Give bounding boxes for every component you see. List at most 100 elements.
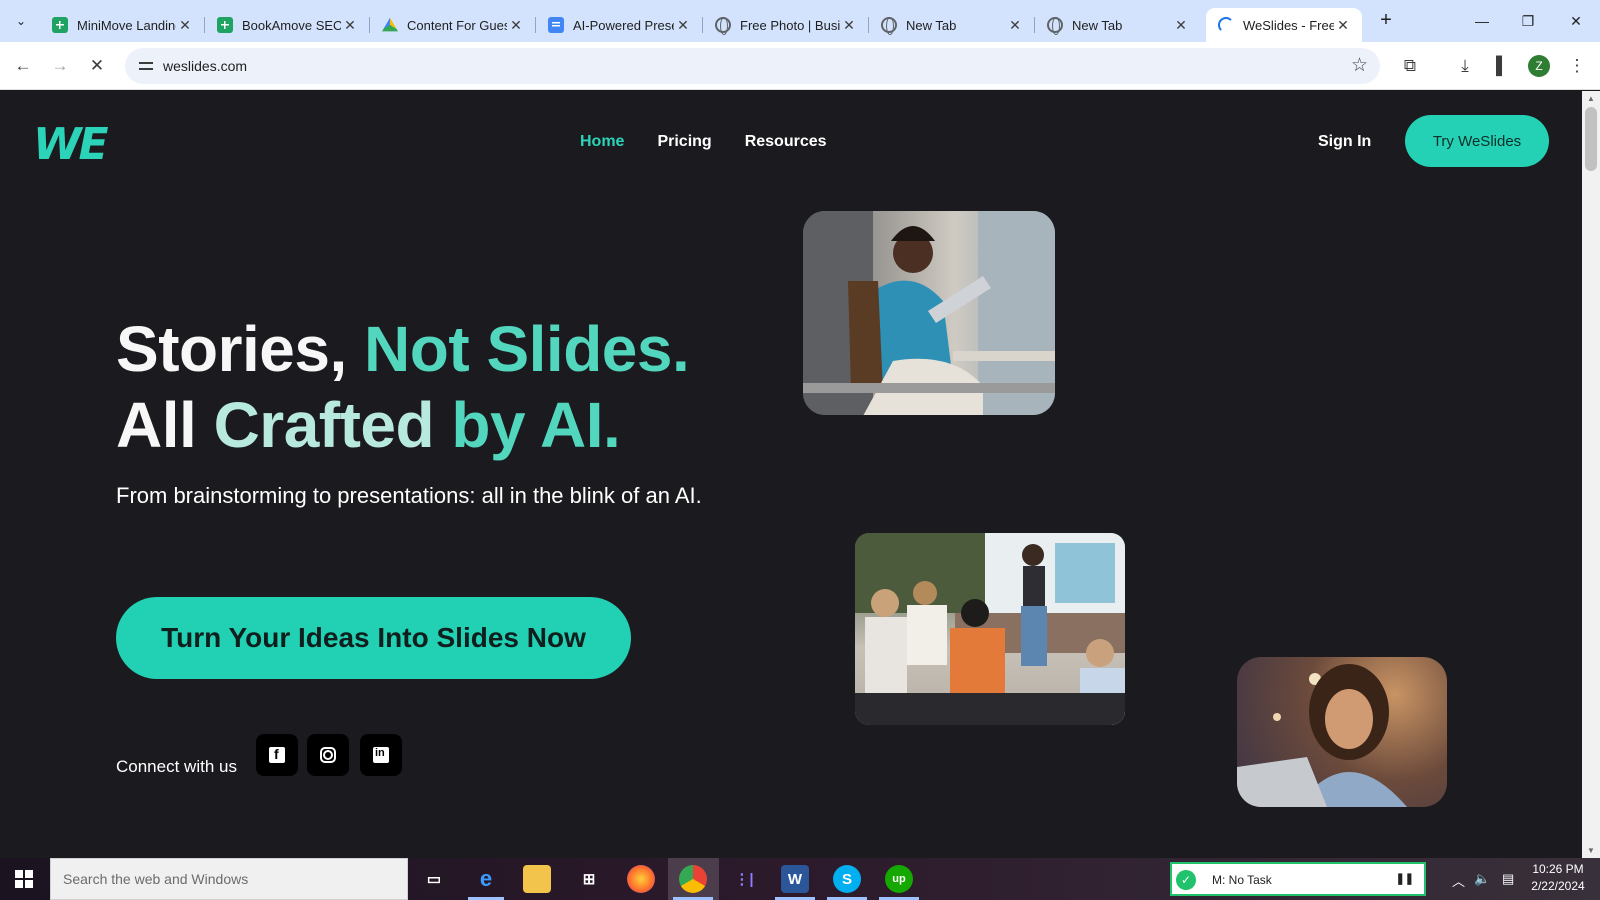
close-icon[interactable]: ✕	[1006, 17, 1024, 34]
close-icon[interactable]: ✕	[840, 17, 858, 34]
menu-kebab-icon[interactable]: ⋮	[1565, 54, 1589, 78]
profile-avatar[interactable]: Z	[1528, 55, 1550, 77]
tray-chevron-up-icon[interactable]: ︿	[1452, 871, 1465, 890]
headline-part: Stories,	[116, 313, 365, 385]
sheets-icon	[52, 17, 68, 33]
photo-classroom-presentation	[855, 533, 1125, 725]
nav-home[interactable]: Home	[580, 133, 624, 151]
chrome-icon[interactable]	[679, 865, 707, 893]
close-icon[interactable]: ✕	[1334, 17, 1352, 34]
task-widget-label: M: No Task	[1212, 873, 1272, 887]
tab-new-tab-1[interactable]: New Tab ✕	[869, 8, 1035, 42]
word-icon[interactable]: W	[781, 865, 809, 893]
facebook-link[interactable]	[256, 734, 298, 776]
weslides-page: WE Home Pricing Resources Sign In Try We…	[0, 91, 1582, 858]
tab-title: AI-Powered Presentation	[573, 17, 674, 33]
taskbar-search-placeholder: Search the web and Windows	[63, 871, 249, 887]
tab-title: WeSlides - Free AI	[1243, 17, 1334, 33]
tab-new-tab-2[interactable]: New Tab ✕	[1035, 8, 1200, 42]
task-timer-widget[interactable]: ✓ M: No Task ❚❚	[1170, 862, 1426, 896]
headline-part: Crafted	[213, 389, 452, 461]
restore-icon[interactable]: ❐	[1516, 9, 1540, 33]
headline-part: Not Slides.	[364, 313, 690, 385]
firefox-icon[interactable]	[627, 865, 655, 893]
url-text[interactable]: weslides.com	[163, 58, 247, 74]
tab-weslides-active[interactable]: WeSlides - Free AI ✕	[1206, 8, 1362, 42]
edge-icon[interactable]: e	[472, 865, 500, 893]
tab-strip: ⌄ MiniMove Landing ✕ BookAmove SEO ✕ Con…	[0, 0, 1600, 42]
windows-start-icon[interactable]	[15, 870, 33, 888]
close-icon[interactable]: ✕	[507, 17, 525, 34]
site-settings-icon[interactable]	[137, 57, 155, 75]
extensions-puzzle-icon[interactable]: ⧉	[1398, 54, 1422, 78]
volume-icon[interactable]: 🔈	[1474, 871, 1490, 887]
sheets-icon	[217, 17, 233, 33]
globe-icon	[715, 17, 731, 35]
address-bar[interactable]: weslides.com ☆	[125, 48, 1380, 84]
hero-subheadline: From brainstorming to presentations: all…	[116, 483, 702, 508]
forward-arrow-icon[interactable]: →	[48, 54, 72, 78]
store-icon[interactable]: ⊞	[575, 865, 603, 893]
task-view-icon[interactable]: ▭	[420, 865, 448, 893]
tab-title: Free Photo | Business	[740, 17, 840, 33]
windows-taskbar: Search the web and Windows ▭ e ⊞ ⋮| W S …	[0, 858, 1600, 900]
weslides-logo[interactable]: WE	[33, 123, 109, 167]
linkedin-icon	[373, 747, 389, 763]
try-weslides-button[interactable]: Try WeSlides	[1405, 115, 1549, 167]
close-icon[interactable]: ✕	[341, 17, 359, 34]
audio-app-icon[interactable]: ⋮|	[730, 865, 758, 893]
drive-icon	[382, 17, 398, 32]
notifications-icon[interactable]: ▤	[1502, 871, 1514, 887]
scroll-up-arrow-icon[interactable]: ▲	[1586, 94, 1596, 103]
page-scrollbar[interactable]: ▲ ▼	[1582, 91, 1600, 858]
headline-part: All	[116, 389, 214, 461]
tab-search-chevron-icon[interactable]: ⌄	[8, 9, 34, 33]
clock-date: 2/22/2024	[1531, 879, 1585, 893]
photo-woman-laptop	[1237, 657, 1447, 807]
nav-pricing[interactable]: Pricing	[657, 133, 711, 151]
upwork-icon[interactable]: up	[885, 865, 913, 893]
main-nav: Home Pricing Resources	[580, 133, 827, 151]
sign-in-link[interactable]: Sign In	[1318, 133, 1371, 151]
tab-ai-powered[interactable]: AI-Powered Presentation ✕	[536, 8, 703, 42]
tab-minimove[interactable]: MiniMove Landing ✕	[40, 8, 205, 42]
taskbar-clock[interactable]: 10:26 PM 2/22/2024	[1526, 861, 1590, 895]
stop-loading-icon[interactable]: ✕	[85, 54, 109, 78]
bookmark-star-icon[interactable]: ☆	[1351, 54, 1368, 77]
file-explorer-icon[interactable]	[523, 865, 551, 893]
tab-title: MiniMove Landing	[77, 17, 176, 33]
docs-icon	[548, 17, 564, 33]
browser-toolbar: ← → ✕ weslides.com ☆ ⧉ ⤓ ▌ Z ⋮	[0, 42, 1600, 90]
tab-content-guest[interactable]: Content For Guest ✕	[370, 8, 536, 42]
scroll-thumb[interactable]	[1585, 107, 1597, 171]
window-close-icon[interactable]: ✕	[1564, 9, 1588, 33]
facebook-icon	[269, 746, 285, 763]
instagram-icon	[320, 747, 336, 763]
close-icon[interactable]: ✕	[176, 17, 194, 34]
scroll-down-arrow-icon[interactable]: ▼	[1586, 846, 1596, 855]
side-panel-icon[interactable]: ▌	[1490, 54, 1514, 78]
new-tab-plus-icon[interactable]: +	[1375, 10, 1397, 32]
tab-free-photo[interactable]: Free Photo | Business ✕	[703, 8, 869, 42]
loading-icon	[1218, 17, 1234, 33]
close-icon[interactable]: ✕	[1172, 17, 1190, 34]
tab-title: Content For Guest	[407, 17, 507, 33]
taskbar-search[interactable]: Search the web and Windows	[50, 858, 408, 900]
skype-icon[interactable]: S	[833, 865, 861, 893]
minimize-icon[interactable]: —	[1470, 9, 1494, 33]
download-icon[interactable]: ⤓	[1453, 54, 1477, 78]
globe-icon	[881, 17, 897, 35]
pause-icon[interactable]: ❚❚	[1396, 872, 1414, 885]
tab-title: BookAmove SEO	[242, 17, 341, 33]
instagram-link[interactable]	[307, 734, 349, 776]
tab-title: New Tab	[1072, 17, 1123, 33]
linkedin-link[interactable]	[360, 734, 402, 776]
close-icon[interactable]: ✕	[674, 17, 692, 34]
clock-time: 10:26 PM	[1532, 862, 1584, 876]
back-arrow-icon[interactable]: ←	[11, 54, 35, 78]
nav-resources[interactable]: Resources	[745, 133, 827, 151]
cta-turn-ideas-button[interactable]: Turn Your Ideas Into Slides Now	[116, 597, 631, 679]
tab-bookamove[interactable]: BookAmove SEO ✕	[205, 8, 370, 42]
photo-man-laptop	[803, 211, 1055, 415]
hero-headline: Stories, Not Slides. All Crafted by AI.	[116, 311, 690, 463]
